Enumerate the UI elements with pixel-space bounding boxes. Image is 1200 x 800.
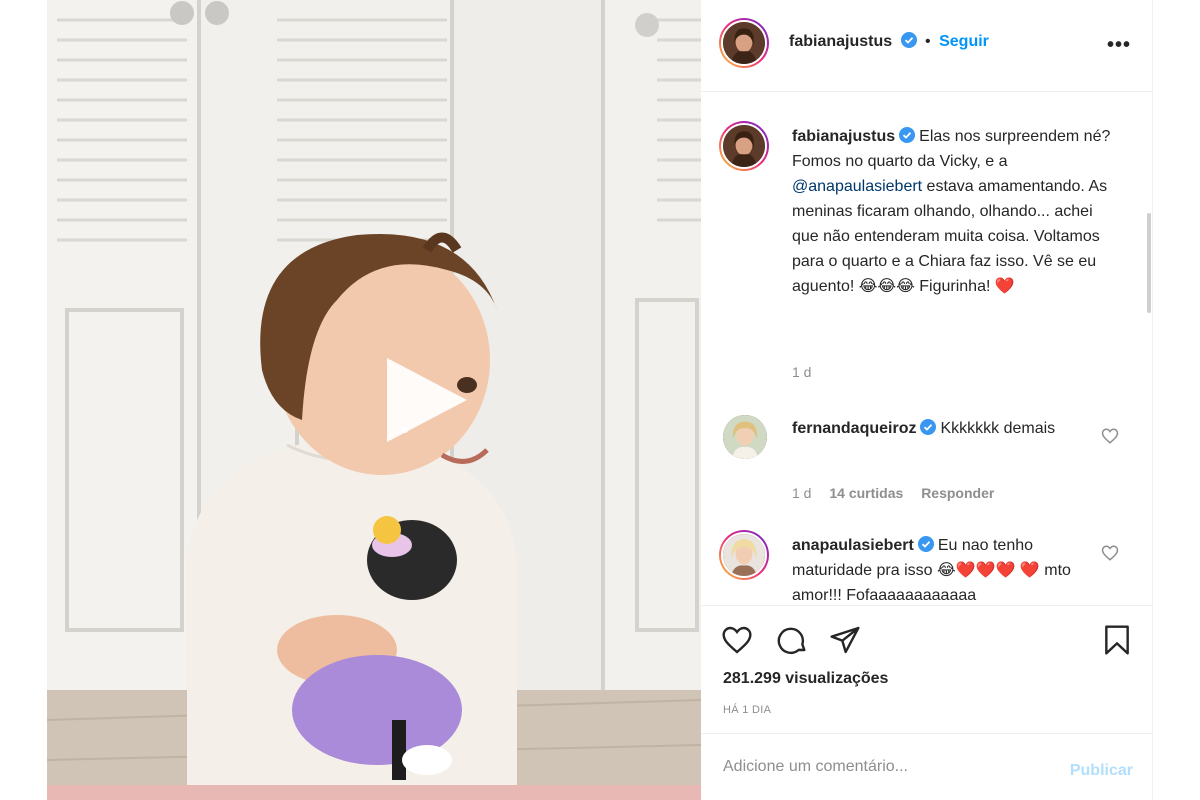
caption-emojis: 😂😂😂 <box>858 278 915 295</box>
view-count[interactable]: 281.299 visualizações <box>723 670 888 688</box>
comment-author-username[interactable]: anapaulasiebert <box>792 537 914 554</box>
post-side-panel: fabianajustus • Seguir ••• fabianajustus… <box>701 0 1153 800</box>
publish-button[interactable]: Publicar <box>1070 762 1133 780</box>
separator-dot: • <box>925 33 931 50</box>
share-send-icon[interactable] <box>829 624 861 656</box>
caption-body-c: Figurinha! <box>914 278 995 295</box>
caption-author-avatar[interactable] <box>719 121 769 171</box>
verified-badge-icon <box>900 32 917 48</box>
save-bookmark-icon[interactable] <box>1101 624 1133 656</box>
follow-button[interactable]: Seguir <box>939 33 989 50</box>
comments-list[interactable]: fabianajustus Elas nos surpreendem né? Fo… <box>701 93 1153 605</box>
play-icon[interactable] <box>377 350 477 450</box>
author-avatar[interactable] <box>719 18 769 68</box>
comment-text: fernandaqueiroz Kkkkkkk demais <box>792 416 1112 441</box>
comment-composer: Publicar <box>701 733 1153 800</box>
caption-meta: 1 d <box>792 364 825 380</box>
comment-time[interactable]: 1 d <box>792 485 811 501</box>
comment-emojis: 😂❤️❤️❤️ <box>936 562 1016 579</box>
verified-badge-icon <box>920 419 937 435</box>
video-frame <box>47 0 701 800</box>
caption-text: fabianajustus Elas nos surpreendem né? Fo… <box>792 124 1112 299</box>
comment-likes[interactable]: 14 curtidas <box>829 485 903 501</box>
post-actions: 281.299 visualizações HÁ 1 DIA <box>701 605 1153 733</box>
comment-text: anapaulasiebert Eu nao tenho maturidade p… <box>792 533 1112 605</box>
comment-author-username[interactable]: fernandaqueiroz <box>792 420 916 437</box>
verified-badge-icon <box>899 127 916 143</box>
post-video[interactable] <box>47 0 701 800</box>
post-age[interactable]: HÁ 1 DIA <box>723 704 771 716</box>
comment-input[interactable] <box>723 758 1043 776</box>
comment-bubble-icon[interactable] <box>777 624 809 656</box>
caption-heart-emoji: ❤️ <box>994 278 1015 295</box>
more-options-icon[interactable]: ••• <box>1107 34 1131 57</box>
caption-mention-link[interactable]: @anapaulasiebert <box>792 178 922 195</box>
comment-author-avatar[interactable] <box>723 415 767 459</box>
comment-like-heart-icon[interactable] <box>1101 427 1119 445</box>
comment-body: Kkkkkkk demais <box>940 420 1056 437</box>
comment-meta: 1 d 14 curtidas Responder <box>792 485 1008 501</box>
comment-author-avatar[interactable] <box>719 530 769 580</box>
comment-reply-button[interactable]: Responder <box>921 485 994 501</box>
comment-like-heart-icon[interactable] <box>1101 544 1119 562</box>
author-username[interactable]: fabianajustus <box>789 33 892 50</box>
like-heart-icon[interactable] <box>721 624 753 656</box>
post-header: fabianajustus • Seguir ••• <box>701 0 1153 92</box>
verified-badge-icon <box>917 536 934 552</box>
caption-time[interactable]: 1 d <box>792 364 811 380</box>
comments-scrollbar[interactable] <box>1147 213 1151 313</box>
caption-author-username[interactable]: fabianajustus <box>792 128 895 145</box>
